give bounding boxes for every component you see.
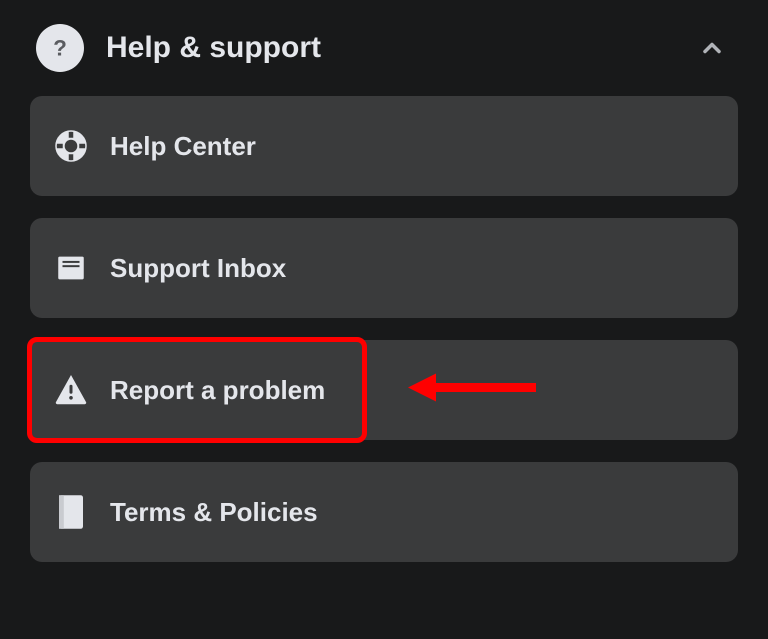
help-support-panel: ? Help & support Help C <box>0 0 768 582</box>
help-support-header[interactable]: ? Help & support <box>30 18 738 90</box>
menu-list: Help Center Support Inbox Report a p <box>30 96 738 562</box>
menu-item-label: Report a problem <box>110 375 325 406</box>
menu-item-report-problem[interactable]: Report a problem <box>30 340 738 440</box>
menu-item-support-inbox[interactable]: Support Inbox <box>30 218 738 318</box>
question-icon: ? <box>36 24 84 72</box>
menu-item-help-center[interactable]: Help Center <box>30 96 738 196</box>
menu-item-label: Support Inbox <box>110 253 286 284</box>
menu-item-label: Help Center <box>110 131 256 162</box>
menu-item-label: Terms & Policies <box>110 497 318 528</box>
lifebuoy-icon <box>52 127 90 165</box>
svg-text:?: ? <box>53 36 67 61</box>
inbox-icon <box>52 249 90 287</box>
chevron-up-icon[interactable] <box>698 34 732 62</box>
header-title: Help & support <box>106 31 698 65</box>
document-icon <box>52 493 90 531</box>
warning-icon <box>52 371 90 409</box>
menu-item-terms-policies[interactable]: Terms & Policies <box>30 462 738 562</box>
annotation-arrow-icon <box>408 368 538 413</box>
